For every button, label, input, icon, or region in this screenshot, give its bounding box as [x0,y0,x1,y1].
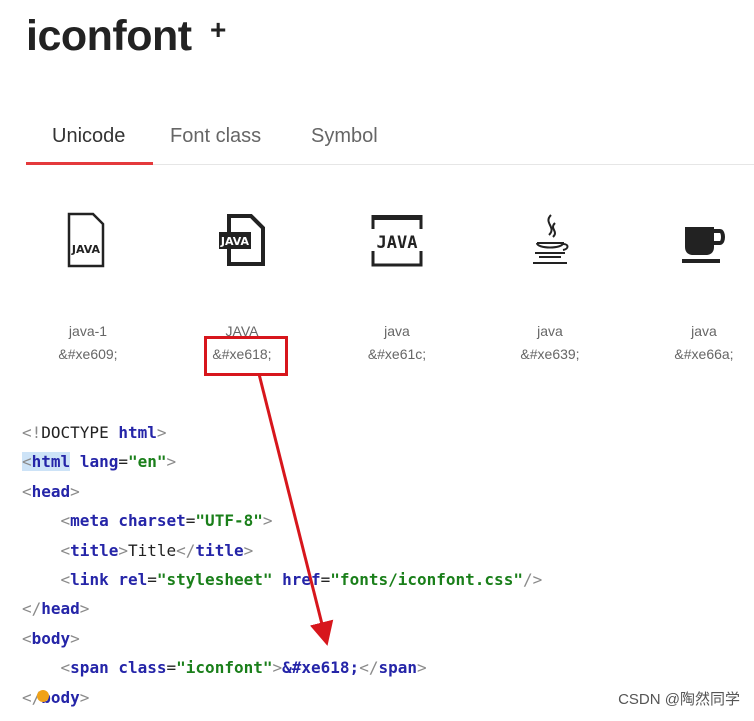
code-line-link: <link rel="stylesheet" href="fonts/iconf… [60,569,543,589]
code-line-meta: <meta charset="UTF-8"> [60,511,273,531]
tab-unicode[interactable]: Unicode [52,108,125,164]
html-code-block: <!DOCTYPE html> <html lang="en"> <head> … [22,418,542,712]
icon-name: java [384,323,410,339]
svg-text:JAVA: JAVA [220,235,250,248]
tab-font-class[interactable]: Font class [170,108,261,164]
icon-code: &#xe639; [520,346,580,362]
java-coffee-steam-icon [490,190,610,290]
code-line-doctype: <!DOCTYPE html> [22,423,167,442]
tab-symbol[interactable]: Symbol [311,108,378,164]
code-line-body-open: <body> [22,628,80,648]
icon-java-text[interactable]: JAVA [337,190,457,290]
java-text-bracket-icon: JAVA [337,190,457,290]
icon-code: &#xe609; [58,346,118,362]
code-line-head-open: <head> [22,481,80,501]
svg-text:JAVA: JAVA [71,243,101,256]
logo-plus-mark: + [210,14,227,45]
icon-code: &#xe61c; [367,346,427,362]
code-line-html: <html lang="en"> [22,452,177,472]
java-file-outline-icon: JAVA [24,190,144,290]
icon-code: &#xe66a; [674,346,734,362]
tab-bar: Unicode Font class Symbol [26,108,754,165]
code-line-span: <span class="iconfont">&#xe618;</span> [60,658,427,678]
icon-java-1[interactable]: JAVA [24,190,144,290]
svg-text:JAVA: JAVA [377,233,418,253]
icon-java-coffee[interactable] [490,190,610,290]
icon-name: java-1 [68,323,108,339]
icon-java-filled[interactable]: JAVA [182,190,302,290]
icon-name: java [537,323,563,339]
code-line-title: <title>Title</title> [60,540,254,560]
icon-name: java [691,323,717,339]
active-tab-indicator [26,162,153,165]
highlight-annotation-box [204,336,288,376]
code-line-head-close: </head> [22,599,90,619]
csdn-watermark: CSDN @陶然同学 [618,691,740,708]
icon-coffee-cup[interactable] [643,190,754,290]
coffee-cup-icon [643,190,754,290]
cursor-dot-icon [37,690,49,702]
iconfont-logo: iconfont [26,12,192,60]
code-line-body-close: </body> [22,687,90,707]
java-file-filled-icon: JAVA [182,190,302,290]
